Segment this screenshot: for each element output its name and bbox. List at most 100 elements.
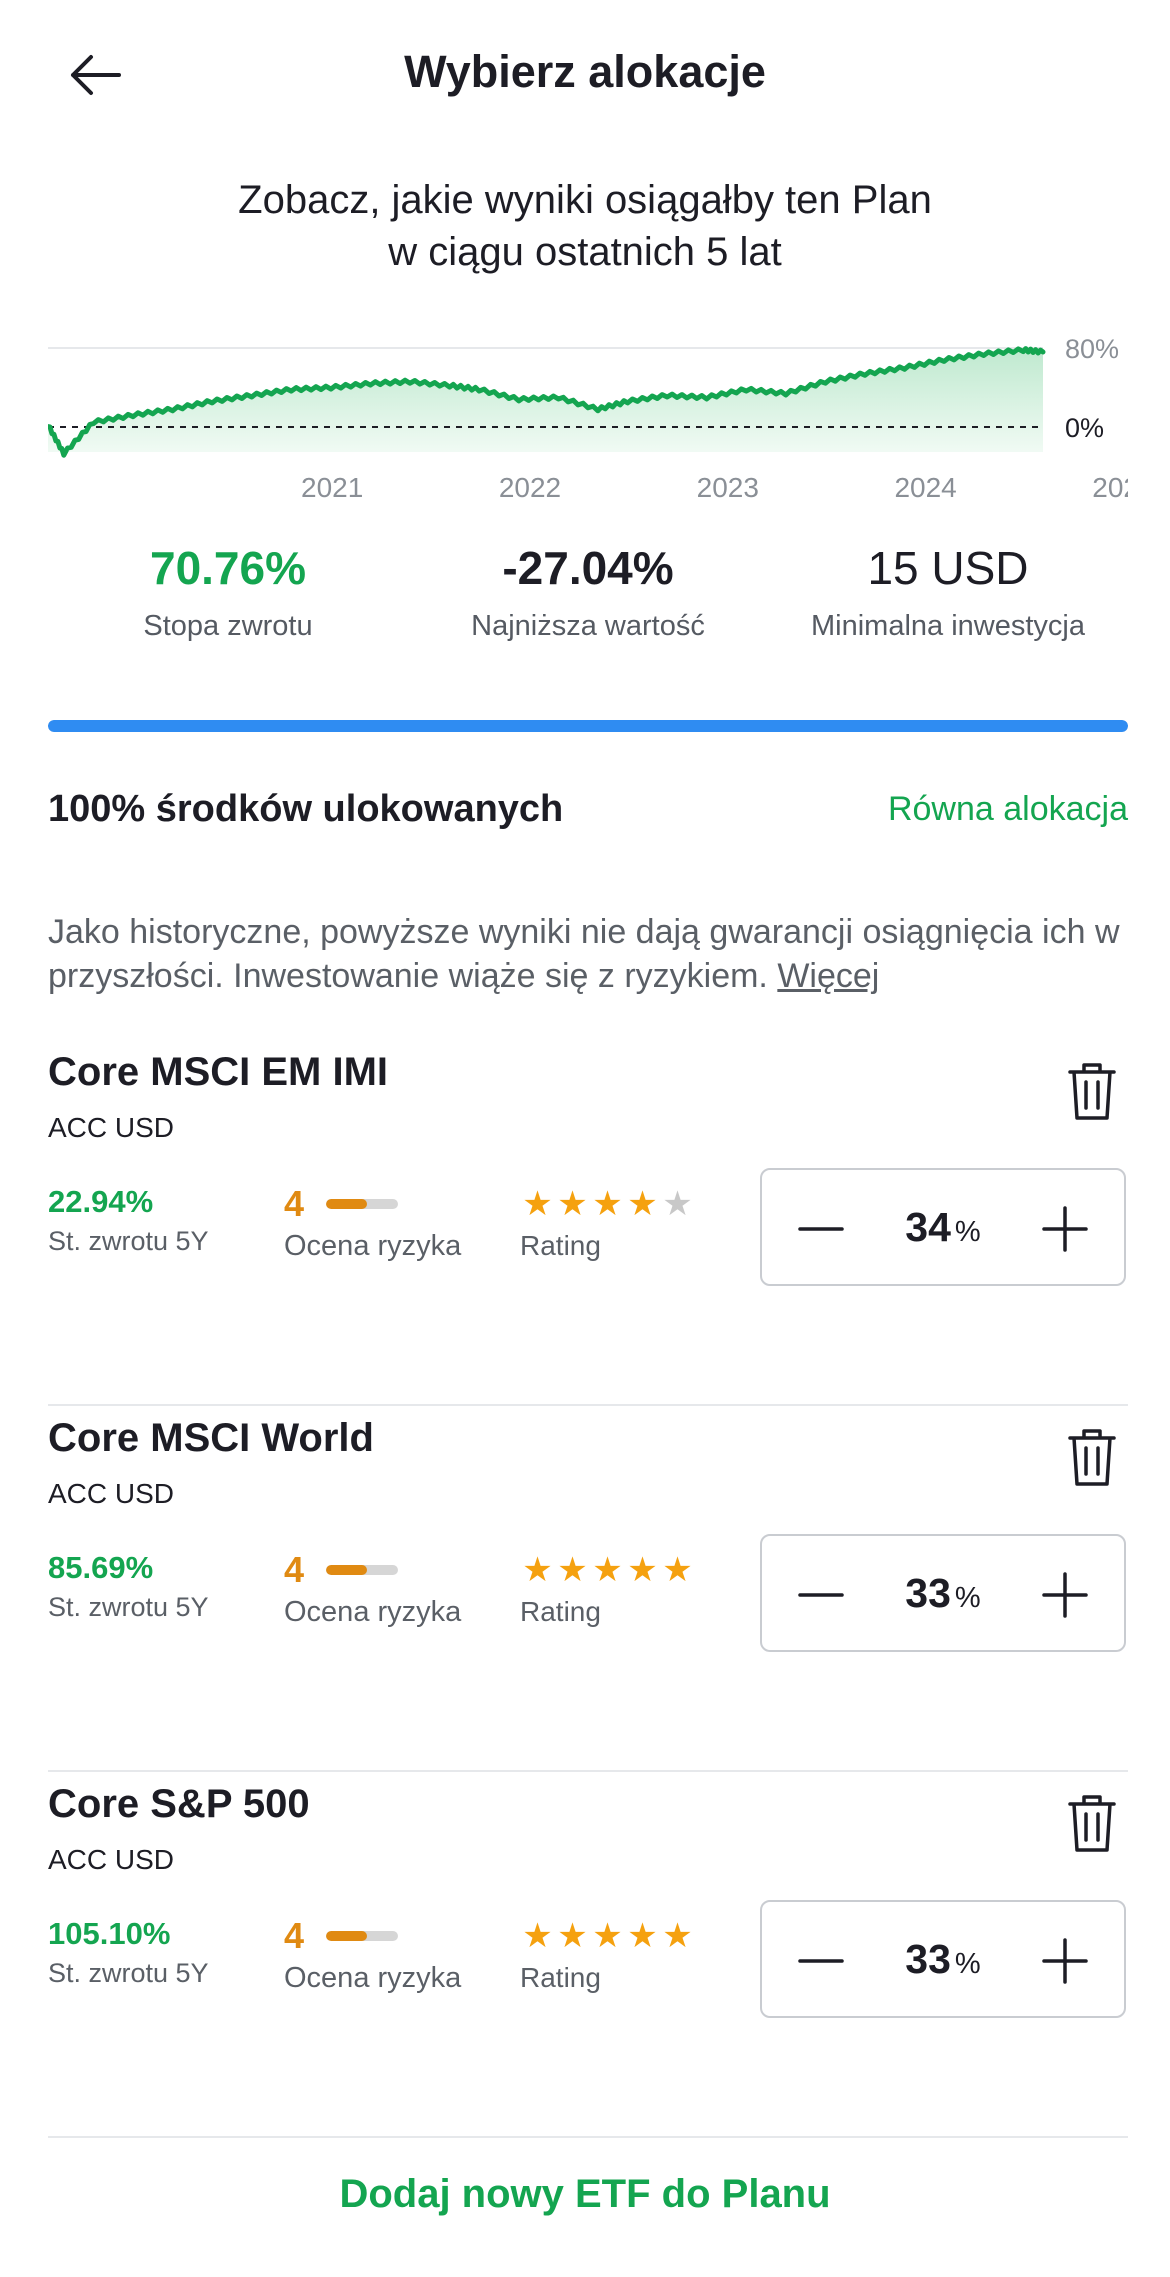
allocation-progress-fill bbox=[48, 720, 1128, 732]
rating-metric: ★ ★ ★ ★ ★ Rating bbox=[520, 1550, 695, 1628]
return-value: 85.69% bbox=[48, 1550, 154, 1585]
return-metric: 22.94% St. zwrotu 5Y bbox=[48, 1184, 209, 1257]
rating-stars: ★ ★ ★ ★ ★ bbox=[520, 1916, 695, 1956]
star-filled-icon: ★ bbox=[662, 1551, 693, 1589]
chart-y-tick-label: 0% bbox=[1065, 413, 1104, 443]
star-empty-icon: ★ bbox=[662, 1185, 693, 1223]
performance-chart: 80% 0% 2021 2022 2023 2024 2025 bbox=[48, 330, 1128, 510]
allocation-stepper: 33% bbox=[760, 1900, 1126, 2018]
allocation-percent: 33 bbox=[905, 1570, 951, 1616]
risk-value: 4 bbox=[284, 1183, 305, 1224]
plus-icon bbox=[1042, 1206, 1088, 1252]
risk-metric: 4 Ocena ryzyka bbox=[284, 1915, 462, 1995]
plus-icon bbox=[1042, 1572, 1088, 1618]
percent-sign: % bbox=[954, 1948, 981, 1980]
stat-lowest-label: Najniższa wartość bbox=[471, 610, 705, 642]
stat-lowest-value: -27.04% bbox=[502, 542, 674, 594]
risk-bar-fill bbox=[326, 1565, 368, 1575]
chart-x-tick-label: 2021 bbox=[301, 472, 363, 503]
star-filled-icon: ★ bbox=[627, 1185, 658, 1223]
delete-etf-button[interactable] bbox=[1062, 1422, 1122, 1492]
rating-label: Rating bbox=[520, 1962, 601, 1993]
stat-return: 70.76% Stopa zwrotu bbox=[48, 540, 408, 643]
risk-value: 4 bbox=[284, 1915, 305, 1956]
more-link[interactable]: Więcej bbox=[777, 957, 879, 995]
increase-button[interactable] bbox=[1030, 1560, 1100, 1630]
star-filled-icon: ★ bbox=[522, 1551, 553, 1589]
star-filled-icon: ★ bbox=[557, 1551, 588, 1589]
etf-item: Core MSCI World ACC USD 85.69% St. zwrot… bbox=[48, 1406, 1128, 1772]
etf-item: Core S&P 500 ACC USD 105.10% St. zwrotu … bbox=[48, 1772, 1128, 2138]
etf-name: Core S&P 500 bbox=[48, 1782, 310, 1826]
star-filled-icon: ★ bbox=[627, 1551, 658, 1589]
star-filled-icon: ★ bbox=[557, 1917, 588, 1955]
etf-item: Core MSCI EM IMI ACC USD 22.94% St. zwro… bbox=[48, 1040, 1128, 1406]
rating-label: Rating bbox=[520, 1230, 601, 1261]
allocation-row: 100% środków ulokowanych Równa alokacja bbox=[48, 780, 1128, 840]
star-filled-icon: ★ bbox=[592, 1917, 623, 1955]
return-label: St. zwrotu 5Y bbox=[48, 1226, 209, 1256]
return-value: 22.94% bbox=[48, 1184, 154, 1219]
chart-x-tick-label: 2023 bbox=[697, 472, 759, 503]
star-filled-icon: ★ bbox=[627, 1917, 658, 1955]
stat-min-investment: 15 USD Minimalna inwestycja bbox=[768, 540, 1128, 643]
delete-etf-button[interactable] bbox=[1062, 1056, 1122, 1126]
percent-sign: % bbox=[954, 1216, 981, 1248]
chart-subtitle: Zobacz, jakie wyniki osiągałby ten Plan … bbox=[100, 174, 1070, 278]
chart-y-tick-label: 80% bbox=[1065, 334, 1119, 364]
rating-metric: ★ ★ ★ ★ ★ Rating bbox=[520, 1916, 695, 1994]
stat-return-value: 70.76% bbox=[149, 542, 306, 594]
increase-button[interactable] bbox=[1030, 1926, 1100, 1996]
allocation-percent: 33 bbox=[905, 1936, 951, 1982]
star-filled-icon: ★ bbox=[662, 1917, 693, 1955]
star-filled-icon: ★ bbox=[557, 1185, 588, 1223]
etf-name: Core MSCI World bbox=[48, 1416, 374, 1460]
trash-icon bbox=[1068, 1063, 1116, 1120]
stat-return-label: Stopa zwrotu bbox=[143, 610, 313, 642]
chart-x-tick-label: 2025 bbox=[1092, 472, 1128, 503]
allocation-title: 100% środków ulokowanych bbox=[48, 788, 564, 830]
etf-share-class: ACC USD bbox=[48, 1844, 175, 1875]
header: Wybierz alokacje bbox=[0, 0, 1170, 150]
allocation-stepper: 34% bbox=[760, 1168, 1126, 1286]
risk-label: Ocena ryzyka bbox=[284, 1230, 462, 1262]
divider bbox=[48, 2136, 1128, 2138]
disclaimer-text: Jako historyczne, powyższe wyniki nie da… bbox=[48, 913, 1120, 995]
return-metric: 105.10% St. zwrotu 5Y bbox=[48, 1916, 209, 1989]
risk-label: Ocena ryzyka bbox=[284, 1962, 462, 1994]
rating-label: Rating bbox=[520, 1596, 601, 1627]
risk-bar-fill bbox=[326, 1199, 368, 1209]
disclaimer: Jako historyczne, powyższe wyniki nie da… bbox=[48, 910, 1128, 998]
chart-x-tick-label: 2024 bbox=[894, 472, 956, 503]
risk-bar bbox=[326, 1931, 399, 1941]
subtitle-line-2: w ciągu ostatnich 5 lat bbox=[388, 230, 782, 274]
allocation-percent: 34 bbox=[905, 1204, 951, 1250]
risk-metric: 4 Ocena ryzyka bbox=[284, 1549, 461, 1629]
risk-bar bbox=[326, 1199, 399, 1209]
star-filled-icon: ★ bbox=[522, 1185, 553, 1223]
trash-icon bbox=[1068, 1429, 1116, 1486]
star-filled-icon: ★ bbox=[592, 1551, 623, 1589]
stat-min-investment-value: 15 USD bbox=[867, 542, 1029, 594]
add-etf-button[interactable]: Dodaj nowy ETF do Planu bbox=[0, 2172, 1170, 2217]
return-label: St. zwrotu 5Y bbox=[48, 1958, 209, 1988]
etf-share-class: ACC USD bbox=[48, 1478, 175, 1509]
risk-metric: 4 Ocena ryzyka bbox=[284, 1183, 462, 1263]
etf-name: Core MSCI EM IMI bbox=[48, 1050, 389, 1094]
trash-icon bbox=[1068, 1795, 1116, 1852]
delete-etf-button[interactable] bbox=[1062, 1788, 1122, 1858]
return-label: St. zwrotu 5Y bbox=[48, 1592, 209, 1622]
stat-min-investment-label: Minimalna inwestycja bbox=[811, 610, 1085, 642]
etf-share-class: ACC USD bbox=[48, 1112, 175, 1143]
equal-allocation-link[interactable]: Równa alokacja bbox=[888, 790, 1128, 829]
rating-stars: ★ ★ ★ ★ ★ bbox=[520, 1184, 695, 1224]
subtitle-line-1: Zobacz, jakie wyniki osiągałby ten Plan bbox=[238, 178, 932, 222]
risk-value: 4 bbox=[284, 1549, 305, 1590]
increase-button[interactable] bbox=[1030, 1194, 1100, 1264]
allocation-progress-bar bbox=[48, 720, 1128, 732]
plus-icon bbox=[1042, 1938, 1088, 1984]
star-filled-icon: ★ bbox=[592, 1185, 623, 1223]
page-title: Wybierz alokacje bbox=[404, 46, 766, 97]
performance-chart-svg: 80% 0% 2021 2022 2023 2024 2025 bbox=[48, 334, 1128, 503]
stat-lowest: -27.04% Najniższa wartość bbox=[408, 540, 768, 643]
